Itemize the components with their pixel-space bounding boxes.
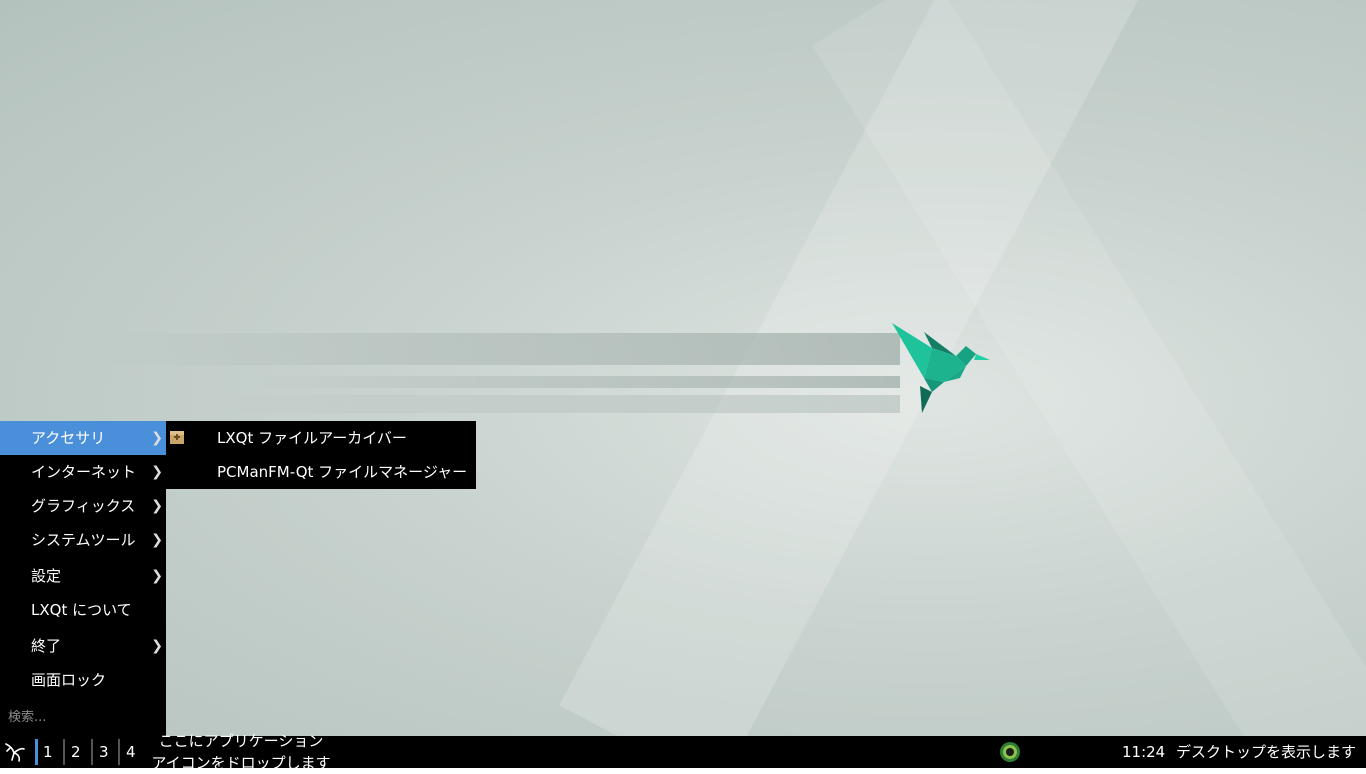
chevron-right-icon: ❯ xyxy=(151,464,163,480)
menu-item-internet[interactable]: インターネット ❯ xyxy=(0,455,166,489)
wallpaper-streak xyxy=(200,395,900,413)
menu-item-about-lxqt[interactable]: LXQt について xyxy=(0,593,166,627)
desktop-switch-3[interactable]: 3 xyxy=(91,736,118,768)
menu-item-label: 設定 xyxy=(31,567,62,585)
menu-item-label: システムツール xyxy=(31,531,136,549)
desktop-switch-indicator xyxy=(91,739,93,765)
chevron-right-icon: ❯ xyxy=(151,532,163,548)
menu-item-leave[interactable]: 終了 ❯ xyxy=(0,629,166,663)
submenu-item-file-manager[interactable]: PCManFM-Qt ファイルマネージャー xyxy=(166,455,476,489)
menu-item-settings[interactable]: 設定 ❯ xyxy=(0,559,166,593)
application-menu: アクセサリ ❯ インターネット ❯ グラフィックス ❯ システムツール ❯ 設定… xyxy=(0,421,166,736)
chevron-right-icon: ❯ xyxy=(151,498,163,514)
taskbar: 1 2 3 4 ここにアプリケーション アイコンをドロップします 11:24 デ… xyxy=(0,732,1366,772)
menu-item-label: LXQt について xyxy=(31,601,132,619)
menu-item-label: 画面ロック xyxy=(31,671,107,689)
desktop-switch-2[interactable]: 2 xyxy=(63,736,90,768)
submenu-item-label: PCManFM-Qt ファイルマネージャー xyxy=(217,463,468,481)
menu-search-input[interactable] xyxy=(0,703,166,731)
desktop-switch-indicator xyxy=(35,739,38,765)
menu-item-label: 終了 xyxy=(31,637,62,655)
desktop-switch-indicator xyxy=(63,739,65,765)
quicklaunch-hint-line: アイコンをドロップします xyxy=(151,754,331,772)
quicklaunch-drop-area[interactable]: ここにアプリケーション アイコンをドロップします xyxy=(146,730,336,774)
menu-item-label: インターネット xyxy=(31,463,137,481)
archive-icon xyxy=(170,431,184,444)
menu-item-label: グラフィックス xyxy=(31,497,136,515)
chevron-right-icon: ❯ xyxy=(151,430,163,446)
accessories-submenu: LXQt ファイルアーカイバー PCManFM-Qt ファイルマネージャー xyxy=(166,421,476,489)
desktop-number: 2 xyxy=(71,743,81,761)
wallpaper-streak xyxy=(250,376,900,388)
desktop-switch-indicator xyxy=(118,739,120,765)
desktop-switch-1[interactable]: 1 xyxy=(35,736,62,768)
start-menu-button[interactable] xyxy=(0,736,30,768)
desktop-number: 4 xyxy=(126,743,136,761)
clock[interactable]: 11:24 xyxy=(1122,736,1165,768)
quicklaunch-hint-line: ここにアプリケーション xyxy=(158,732,324,750)
lxqt-bird-logo xyxy=(892,323,990,413)
wallpaper-streak xyxy=(100,333,900,365)
desktop-wallpaper xyxy=(0,0,1366,768)
menu-item-lock-screen[interactable]: 画面ロック xyxy=(0,663,166,697)
chevron-right-icon: ❯ xyxy=(151,638,163,654)
submenu-item-label: LXQt ファイルアーカイバー xyxy=(217,429,407,447)
desktop-number: 1 xyxy=(43,743,53,761)
menu-item-accessories[interactable]: アクセサリ ❯ xyxy=(0,421,166,455)
desktop-number: 3 xyxy=(99,743,109,761)
chevron-right-icon: ❯ xyxy=(151,568,163,584)
menu-item-graphics[interactable]: グラフィックス ❯ xyxy=(0,489,166,523)
system-tray-status-icon[interactable] xyxy=(998,740,1022,764)
menu-item-system-tools[interactable]: システムツール ❯ xyxy=(0,523,166,557)
lxqt-logo-icon xyxy=(5,743,25,762)
submenu-item-file-archiver[interactable]: LXQt ファイルアーカイバー xyxy=(166,421,476,455)
show-desktop-button[interactable]: デスクトップを表示します xyxy=(1176,736,1356,768)
menu-item-label: アクセサリ xyxy=(31,429,106,447)
desktop-switch-4[interactable]: 4 xyxy=(118,736,145,768)
